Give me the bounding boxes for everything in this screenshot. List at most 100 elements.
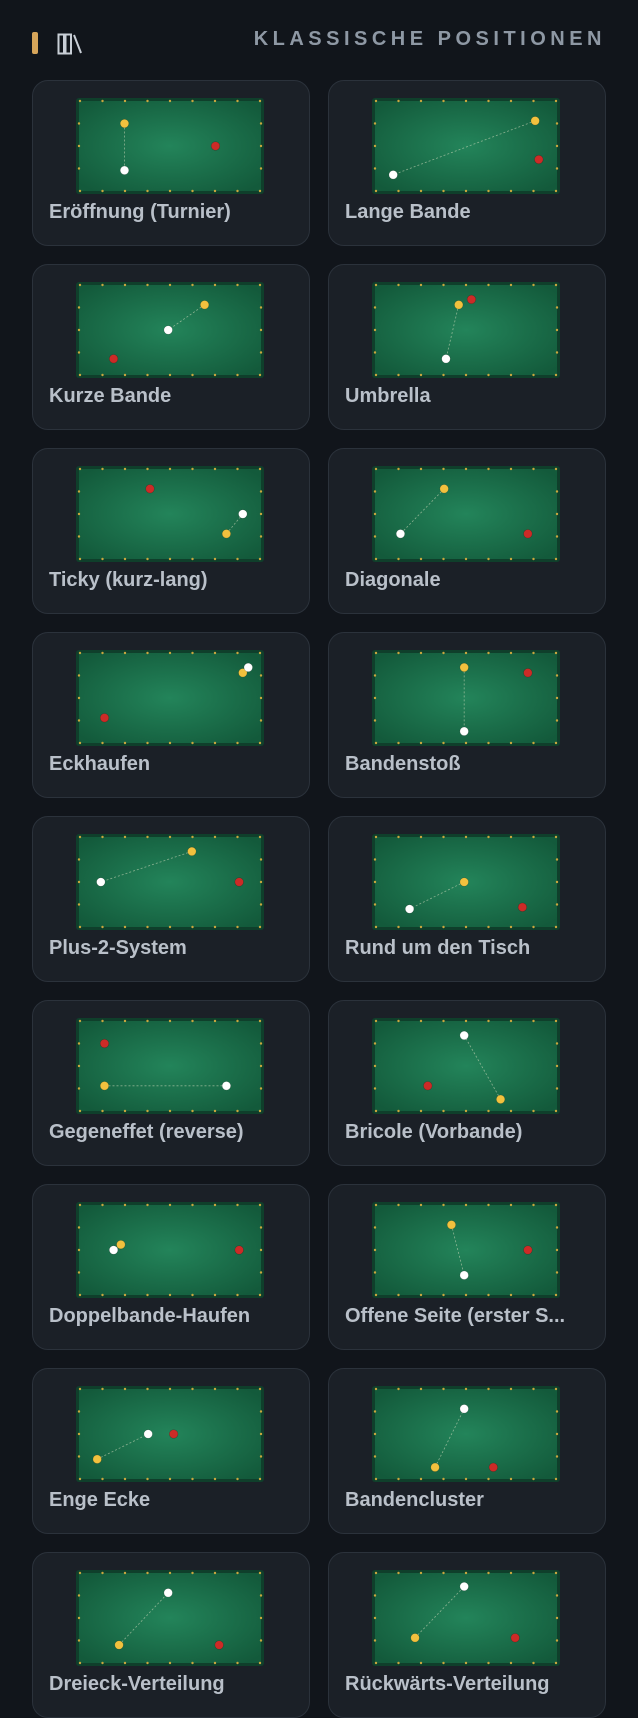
table-felt	[79, 1573, 261, 1663]
diamond-marker	[101, 1019, 104, 1023]
diamond-marker	[555, 1064, 559, 1068]
diamond-marker	[532, 1293, 535, 1297]
diamond-marker	[146, 99, 149, 103]
diamond-marker	[374, 1661, 378, 1665]
diamond-marker	[442, 467, 445, 471]
diamond-marker	[168, 1387, 172, 1391]
diamond-marker	[555, 328, 559, 332]
diamond-marker	[373, 696, 377, 700]
position-card[interactable]: Ticky (kurz-lang)	[32, 448, 310, 614]
diamond-marker	[442, 925, 445, 929]
table-diagram	[372, 466, 560, 562]
diamond-marker	[373, 1639, 377, 1642]
white-ball	[143, 1429, 153, 1439]
diamond-marker	[259, 1226, 263, 1229]
position-card[interactable]: Rückwärts-Verteilung	[328, 1552, 606, 1718]
diamond-marker	[191, 189, 194, 193]
white-ball	[441, 354, 451, 364]
diamond-marker	[258, 1019, 262, 1023]
diamond-marker	[101, 1571, 104, 1575]
table-diagram	[372, 282, 560, 378]
white-ball	[163, 1588, 173, 1598]
diamond-marker	[78, 1661, 82, 1665]
diamond-marker	[259, 144, 263, 148]
diamond-marker	[78, 557, 82, 561]
diamond-marker	[419, 1661, 423, 1665]
position-card[interactable]: Enge Ecke	[32, 1368, 310, 1534]
red-ball	[234, 1245, 244, 1255]
table-diagram	[76, 1202, 264, 1298]
library-icon[interactable]	[57, 33, 85, 55]
diamond-marker	[236, 99, 239, 103]
white-ball	[221, 1081, 232, 1091]
diamond-marker	[373, 1594, 377, 1597]
diamond-marker	[258, 467, 262, 471]
diamond-marker	[487, 467, 490, 471]
diamond-marker	[259, 674, 263, 677]
diamond-marker	[532, 835, 535, 839]
diamond-marker	[101, 1477, 104, 1481]
diamond-marker	[146, 1203, 149, 1207]
yellow-ball	[99, 1081, 110, 1091]
diamond-marker	[146, 1387, 149, 1391]
diamond-marker	[464, 467, 468, 471]
diamond-marker	[554, 1203, 558, 1207]
yellow-ball	[187, 846, 197, 856]
diamond-marker	[509, 1109, 513, 1113]
diamond-marker	[191, 1019, 194, 1023]
diamond-marker	[373, 535, 377, 538]
position-card[interactable]: Gegeneffet (reverse)	[32, 1000, 310, 1166]
diamond-marker	[442, 1203, 445, 1207]
diamond-marker	[191, 283, 194, 287]
position-card[interactable]: Plus-2-System	[32, 816, 310, 982]
diamond-marker	[509, 1293, 513, 1297]
diamond-marker	[487, 1019, 490, 1023]
diamond-marker	[532, 741, 535, 745]
table-felt	[375, 101, 557, 191]
diamond-marker	[213, 835, 217, 839]
table-felt	[375, 469, 557, 559]
diamond-marker	[554, 1387, 558, 1391]
position-card[interactable]: Eröffnung (Turnier)	[32, 80, 310, 246]
position-card[interactable]: Bricole (Vorbande)	[328, 1000, 606, 1166]
diamond-marker	[168, 1477, 172, 1481]
position-card[interactable]: Diagonale	[328, 448, 606, 614]
position-card[interactable]: Bandencluster	[328, 1368, 606, 1534]
diamond-marker	[78, 741, 82, 745]
position-card[interactable]: Dreieck-Verteilung	[32, 1552, 310, 1718]
diamond-marker	[374, 1109, 378, 1113]
diamond-marker	[442, 741, 445, 745]
diamond-marker	[259, 903, 263, 906]
diamond-marker	[77, 1042, 81, 1045]
diamond-marker	[213, 1109, 217, 1113]
diamond-marker	[554, 1477, 558, 1481]
position-card[interactable]: Bandenstoß	[328, 632, 606, 798]
diamond-marker	[78, 373, 82, 377]
diamond-marker	[554, 99, 558, 103]
diamond-marker	[532, 1203, 535, 1207]
yellow-ball	[116, 1239, 126, 1250]
diamond-marker	[397, 1203, 400, 1207]
diamond-marker	[168, 557, 172, 561]
yellow-ball	[119, 118, 130, 129]
position-card[interactable]: Doppelbande-Haufen	[32, 1184, 310, 1350]
position-card[interactable]: Umbrella	[328, 264, 606, 430]
diamond-marker	[442, 189, 445, 193]
diamond-marker	[374, 1293, 378, 1297]
position-card[interactable]: Rund um den Tisch	[328, 816, 606, 982]
diamond-marker	[555, 1410, 559, 1413]
diamond-marker	[419, 1477, 423, 1481]
diamond-marker	[213, 1477, 217, 1481]
diamond-marker	[555, 1432, 559, 1436]
red-ball	[523, 668, 533, 678]
position-card[interactable]: Offene Seite (erster S...	[328, 1184, 606, 1350]
red-ball	[488, 1462, 498, 1472]
diamond-marker	[123, 467, 127, 471]
diamond-marker	[213, 1387, 217, 1391]
diamond-marker	[101, 925, 104, 929]
position-card[interactable]: Lange Bande	[328, 80, 606, 246]
position-card[interactable]: Eckhaufen	[32, 632, 310, 798]
diamond-marker	[373, 1226, 377, 1229]
diamond-marker	[555, 1616, 559, 1620]
position-card[interactable]: Kurze Bande	[32, 264, 310, 430]
